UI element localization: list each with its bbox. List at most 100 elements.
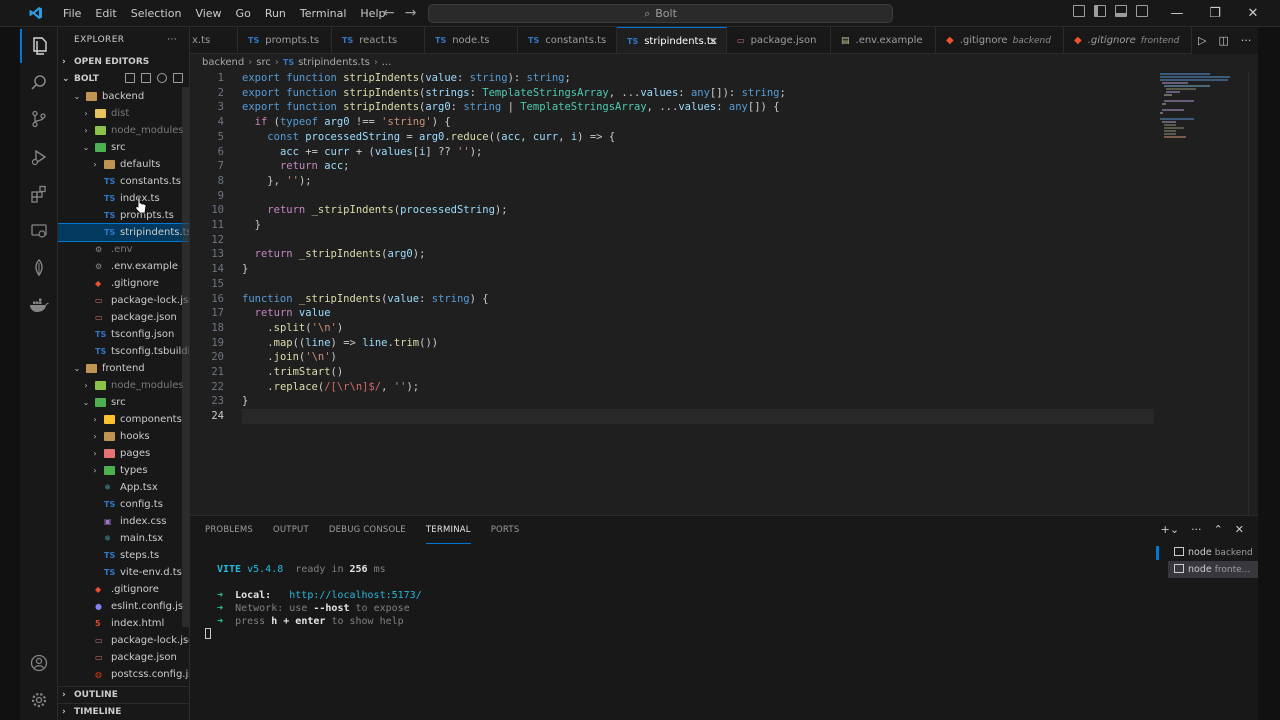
run-debug-icon[interactable]	[20, 140, 58, 174]
tab-gitignore-frontend[interactable]: ◆ .gitignore frontend	[1064, 27, 1192, 53]
tab-constants-ts[interactable]: TS constants.ts	[518, 27, 617, 53]
toggle-primary-sidebar-icon[interactable]	[1094, 5, 1106, 17]
minimap[interactable]	[1156, 71, 1246, 141]
tab-terminal[interactable]: TERMINAL	[425, 516, 471, 544]
toggle-panel-icon[interactable]	[1115, 5, 1127, 17]
customize-layout-icon[interactable]	[1073, 5, 1085, 17]
folder-item[interactable]: › dist	[58, 105, 189, 122]
settings-gear-icon[interactable]	[20, 683, 58, 717]
command-center-search[interactable]: ⌕ Bolt	[428, 4, 893, 23]
toggle-secondary-sidebar-icon[interactable]	[1136, 5, 1148, 17]
terminal-item-backend[interactable]: node backend	[1168, 544, 1258, 561]
file-item[interactable]: ▣ index.css	[58, 513, 189, 530]
menu-file[interactable]: File	[56, 0, 88, 27]
folder-item[interactable]: › node_modules	[58, 377, 189, 394]
menu-view[interactable]: View	[188, 0, 228, 27]
folder-item[interactable]: ⌄ frontend	[58, 360, 189, 377]
menu-terminal[interactable]: Terminal	[293, 0, 354, 27]
menu-selection[interactable]: Selection	[124, 0, 189, 27]
file-item[interactable]: TS stripindents.ts	[58, 223, 189, 242]
folder-item[interactable]: ⌄ src	[58, 139, 189, 156]
file-item[interactable]: ◍ postcss.config.js	[58, 666, 189, 683]
split-editor-icon[interactable]: ◫	[1218, 34, 1228, 47]
tab-output[interactable]: OUTPUT	[273, 516, 309, 544]
more-actions-icon[interactable]: ···	[167, 27, 177, 54]
tab-ports[interactable]: PORTS	[491, 516, 520, 544]
remote-explorer-icon[interactable]	[20, 214, 58, 248]
restore-icon[interactable]: ❐	[1196, 0, 1234, 27]
file-item[interactable]: ▭ package-lock.json	[58, 632, 189, 649]
folder-item[interactable]: › node_modules	[58, 122, 189, 139]
menu-run[interactable]: Run	[258, 0, 293, 27]
tab-prompts-ts[interactable]: TS prompts.ts	[238, 27, 332, 53]
open-editors-section[interactable]: › OPEN EDITORS	[58, 54, 189, 71]
file-item[interactable]: ◆ .gitignore	[58, 275, 189, 292]
local-url[interactable]: http://localhost:5173/	[289, 590, 421, 601]
file-item[interactable]: ⚛ main.tsx	[58, 530, 189, 547]
folder-item[interactable]: ⌄ backend	[58, 88, 189, 105]
file-item[interactable]: TS tsconfig.tsbuildi...	[58, 343, 189, 360]
menu-edit[interactable]: Edit	[88, 0, 123, 27]
file-item[interactable]: ▭ package.json	[58, 309, 189, 326]
sidebar-scrollbar[interactable]	[182, 87, 189, 627]
extensions-icon[interactable]	[20, 177, 58, 211]
editor-scrollbar[interactable]	[1248, 71, 1258, 515]
minimize-icon[interactable]: —	[1158, 0, 1196, 27]
file-item[interactable]: ⚛ App.tsx	[58, 479, 189, 496]
new-folder-icon[interactable]	[141, 73, 151, 83]
collapse-all-icon[interactable]	[173, 73, 183, 83]
breadcrumb-backend[interactable]: backend	[202, 57, 244, 68]
mongodb-leaf-icon[interactable]	[20, 251, 58, 285]
menu-go[interactable]: Go	[229, 0, 258, 27]
new-terminal-plus-icon[interactable]: +⌄	[1161, 516, 1179, 544]
folder-item[interactable]: › hooks	[58, 428, 189, 445]
tab-gitignore-backend[interactable]: ◆ .gitignore backend	[936, 27, 1064, 53]
close-window-icon[interactable]: ✕	[1234, 0, 1272, 27]
outline-section[interactable]: › OUTLINE	[58, 686, 189, 703]
tab-node-ts[interactable]: TS node.ts	[425, 27, 518, 53]
search-icon[interactable]	[20, 66, 58, 100]
file-item[interactable]: ⚙ .env	[58, 241, 189, 258]
back-arrow-icon[interactable]: ←	[383, 0, 395, 27]
folder-item[interactable]: › components	[58, 411, 189, 428]
folder-item[interactable]: › types	[58, 462, 189, 479]
explorer-icon[interactable]	[20, 29, 58, 63]
tab-debug-console[interactable]: DEBUG CONSOLE	[329, 516, 406, 544]
tab-x-ts[interactable]: x.ts	[190, 27, 238, 53]
file-item[interactable]: ⚙ .env.example	[58, 258, 189, 275]
folder-item[interactable]: ⌄ src	[58, 394, 189, 411]
more-actions-icon[interactable]: ···	[1241, 34, 1252, 47]
forward-arrow-icon[interactable]: →	[405, 0, 417, 27]
file-item[interactable]: 5 index.html	[58, 615, 189, 632]
file-item[interactable]: TS config.ts	[58, 496, 189, 513]
terminal-item-frontend[interactable]: node fronte...	[1168, 561, 1258, 578]
close-panel-icon[interactable]: ✕	[1235, 516, 1244, 544]
file-item[interactable]: TS steps.ts	[58, 547, 189, 564]
docker-icon[interactable]	[20, 288, 58, 322]
new-file-icon[interactable]	[125, 73, 135, 83]
file-item[interactable]: ▭ package-lock.json	[58, 292, 189, 309]
breadcrumb-symbol[interactable]: ...	[382, 57, 392, 68]
workspace-root-section[interactable]: ⌄ BOLT	[58, 71, 189, 88]
refresh-icon[interactable]	[157, 73, 167, 83]
file-item[interactable]: ▭ package.json	[58, 649, 189, 666]
folder-item[interactable]: › pages	[58, 445, 189, 462]
file-item[interactable]: ● eslint.config.js	[58, 598, 189, 615]
file-item[interactable]: TSindex.ts	[58, 190, 189, 207]
accounts-icon[interactable]	[20, 646, 58, 680]
more-actions-icon[interactable]: ···	[1191, 516, 1202, 544]
timeline-section[interactable]: › TIMELINE	[58, 703, 189, 720]
tab-env-example[interactable]: ▤ .env.example	[831, 27, 936, 53]
file-item[interactable]: TS prompts.ts	[58, 207, 189, 224]
breadcrumb-file[interactable]: stripindents.ts	[298, 57, 370, 68]
tab-problems[interactable]: PROBLEMS	[205, 516, 253, 544]
breadcrumb-src[interactable]: src	[256, 57, 271, 68]
source-control-icon[interactable]	[20, 102, 58, 136]
run-play-icon[interactable]: ▷	[1198, 34, 1206, 47]
tab-package-json[interactable]: ▭ package.json	[727, 27, 831, 53]
file-item[interactable]: TS constants.ts	[58, 173, 189, 190]
file-item[interactable]: TS tsconfig.json	[58, 326, 189, 343]
close-tab-icon[interactable]: ✕	[709, 28, 718, 53]
maximize-panel-chevron-up-icon[interactable]: ⌃	[1214, 516, 1223, 544]
file-item[interactable]: ◆ .gitignore	[58, 581, 189, 598]
